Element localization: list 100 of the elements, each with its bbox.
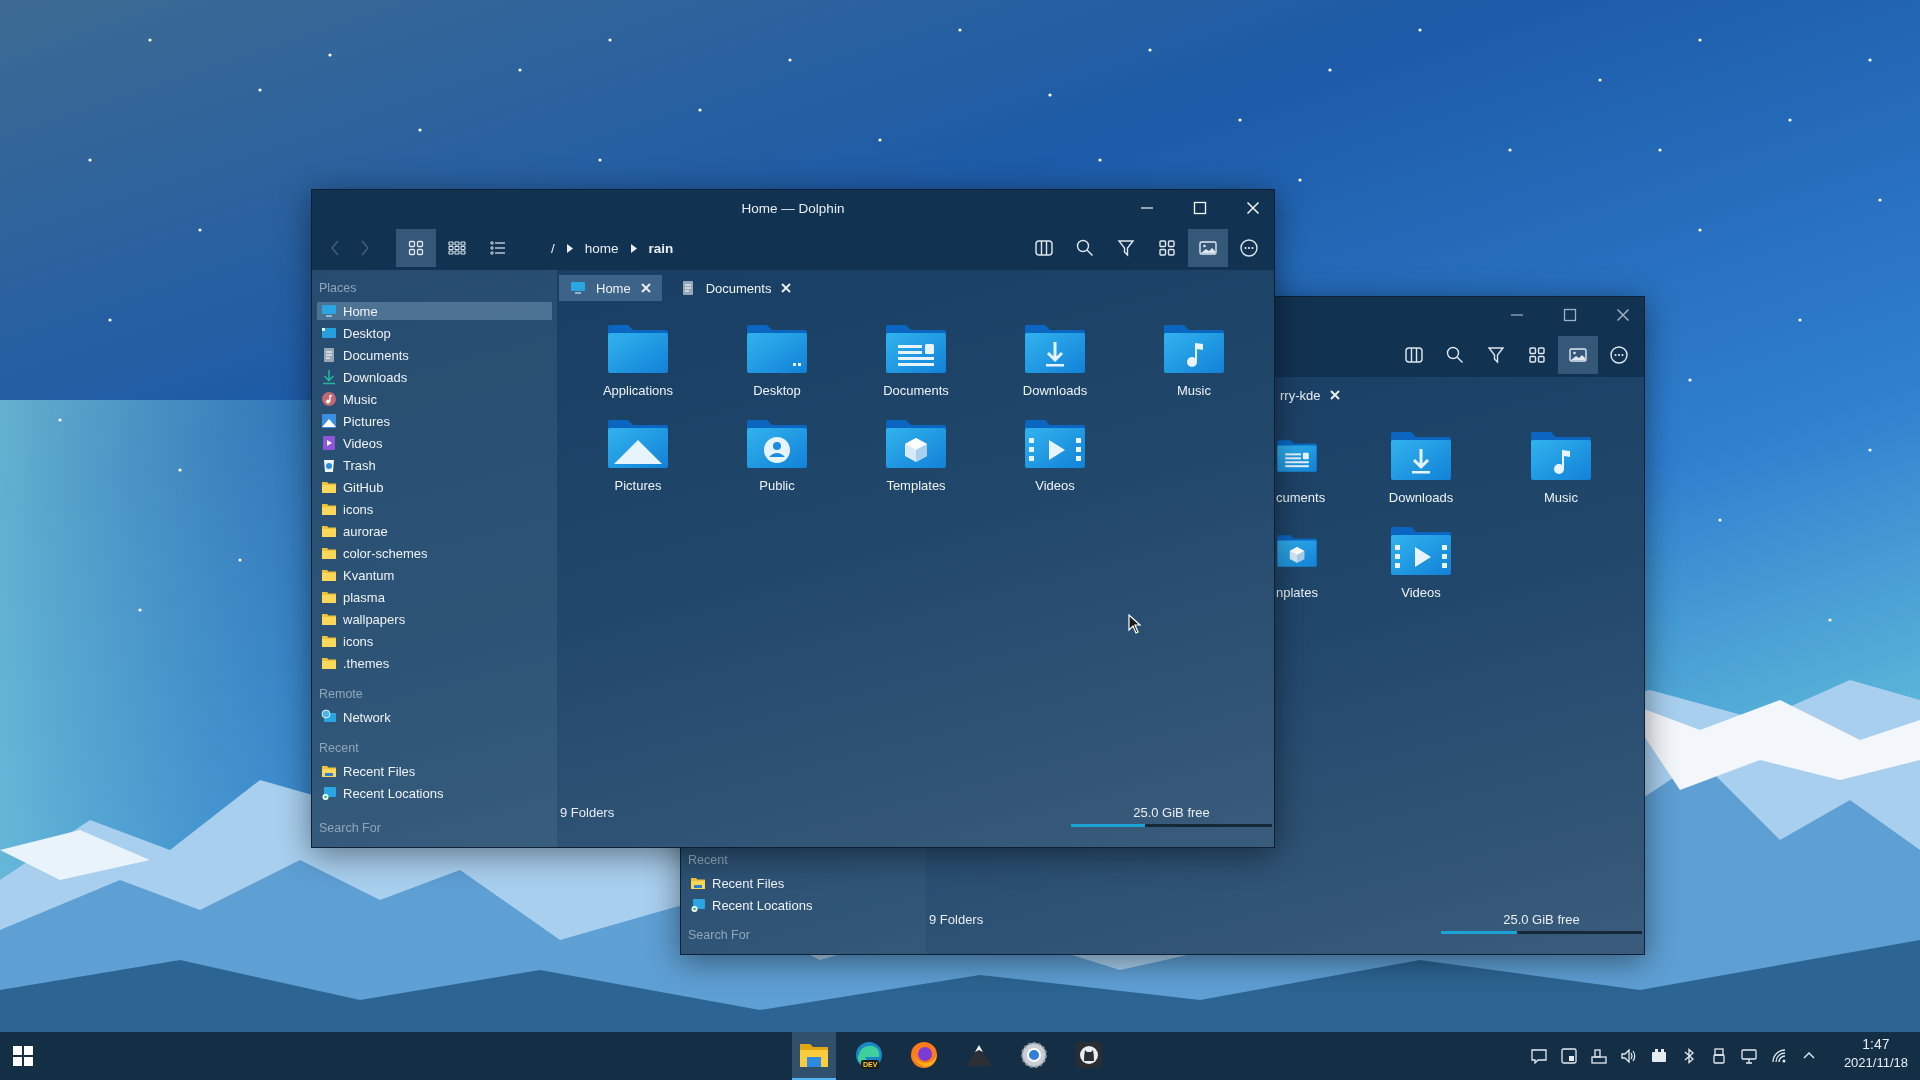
folder-item[interactable]: Downloads bbox=[998, 323, 1112, 398]
caret-icon bbox=[566, 243, 573, 253]
browser-icon bbox=[910, 1041, 938, 1069]
maximize-icon[interactable] bbox=[1563, 308, 1577, 322]
section-heading: Remote bbox=[318, 686, 364, 703]
usb-icon[interactable] bbox=[1710, 1047, 1728, 1065]
folder-icon bbox=[745, 418, 809, 470]
folder-icon bbox=[1389, 525, 1453, 577]
clock-date[interactable]: 2021/11/18 bbox=[1843, 1055, 1908, 1070]
sidebar-item[interactable]: Desktop bbox=[317, 324, 552, 342]
cursor-icon bbox=[1128, 614, 1142, 634]
sidebar-item[interactable]: Recent Files bbox=[317, 762, 552, 780]
battery-icon[interactable] bbox=[1650, 1047, 1668, 1065]
sidebar-item[interactable]: Kvantum bbox=[317, 566, 552, 584]
image-icon bbox=[1568, 345, 1588, 365]
download-icon bbox=[321, 369, 337, 385]
breadcrumb-item[interactable]: / bbox=[549, 240, 557, 256]
sidebar-item[interactable]: color-schemes bbox=[317, 544, 552, 562]
folder-icon bbox=[1023, 323, 1087, 375]
sidebar-item[interactable]: Pictures bbox=[317, 412, 552, 430]
folder-item[interactable]: Public bbox=[720, 418, 834, 493]
section-heading: Search For bbox=[318, 820, 382, 835]
folder-item[interactable]: nplates bbox=[1276, 525, 1338, 600]
sidebar-item[interactable]: Home bbox=[317, 302, 552, 320]
close-icon[interactable] bbox=[1616, 308, 1630, 322]
folder-item[interactable]: Applications bbox=[581, 323, 695, 398]
network-icon bbox=[321, 709, 337, 725]
sidebar-item[interactable]: Documents bbox=[317, 346, 552, 364]
folder-item[interactable]: Music bbox=[1504, 430, 1618, 505]
breadcrumb-item[interactable]: rain bbox=[646, 240, 676, 256]
folder-icon bbox=[1529, 430, 1593, 482]
filter-icon bbox=[1116, 238, 1136, 258]
folder-icon bbox=[884, 323, 948, 375]
toolbar-button[interactable] bbox=[1188, 229, 1228, 267]
wifi-icon[interactable] bbox=[1770, 1047, 1788, 1065]
folder-item[interactable]: cuments bbox=[1276, 430, 1338, 505]
picture-icon bbox=[321, 413, 337, 429]
sidebar-item[interactable]: Videos bbox=[317, 434, 552, 452]
folder-item[interactable]: Pictures bbox=[581, 418, 695, 493]
sidebar-item[interactable]: Network bbox=[317, 708, 552, 726]
monitor-icon bbox=[690, 897, 706, 913]
sidebar-item[interactable]: icons bbox=[317, 500, 552, 518]
monitor-icon bbox=[570, 280, 586, 296]
music-icon bbox=[321, 391, 337, 407]
sidebar-item[interactable]: plasma bbox=[317, 588, 552, 606]
document-icon bbox=[321, 347, 337, 363]
toolbar-button[interactable] bbox=[1558, 336, 1598, 374]
grid-icon bbox=[1527, 345, 1547, 365]
folder-item[interactable]: Videos bbox=[998, 418, 1112, 493]
sidebar-item[interactable]: icons bbox=[317, 632, 552, 650]
device-icon[interactable] bbox=[1590, 1047, 1608, 1065]
video-icon bbox=[321, 435, 337, 451]
folder-icon bbox=[321, 545, 337, 561]
split-view-icon bbox=[1404, 345, 1424, 365]
folder-item[interactable]: Videos bbox=[1364, 525, 1478, 600]
view-mode-button[interactable] bbox=[396, 229, 436, 267]
volume-icon[interactable] bbox=[1620, 1047, 1638, 1065]
folder-item[interactable]: Music bbox=[1137, 323, 1251, 398]
sidebar-item[interactable]: Trash bbox=[317, 456, 552, 474]
grid-icon bbox=[1157, 238, 1177, 258]
sidebar-item[interactable]: Recent Locations bbox=[686, 896, 921, 914]
folder-item[interactable]: Templates bbox=[859, 418, 973, 493]
monitor-icon bbox=[321, 325, 337, 341]
tab[interactable]: Home bbox=[559, 275, 662, 301]
filter-icon bbox=[1486, 345, 1506, 365]
search-icon bbox=[1075, 238, 1095, 258]
folder-icon bbox=[321, 763, 337, 779]
tab[interactable]: rry-kde bbox=[1276, 382, 1345, 408]
windows-grid-icon bbox=[13, 1046, 33, 1066]
folder-item[interactable]: Documents bbox=[859, 323, 973, 398]
compact-view-icon bbox=[448, 241, 466, 255]
tab[interactable]: Documents bbox=[668, 275, 803, 301]
display-icon[interactable] bbox=[1740, 1047, 1758, 1065]
clock-time[interactable]: 1:47 bbox=[1862, 1036, 1890, 1052]
sidebar-item[interactable]: aurorae bbox=[317, 522, 552, 540]
trash-icon bbox=[321, 457, 337, 473]
folder-icon bbox=[321, 633, 337, 649]
chat-icon[interactable] bbox=[1530, 1047, 1548, 1065]
folder-item[interactable]: Downloads bbox=[1364, 430, 1478, 505]
image-icon bbox=[1198, 238, 1218, 258]
folder-item[interactable]: Desktop bbox=[720, 323, 834, 398]
folder-icon bbox=[321, 655, 337, 671]
sidebar-item[interactable]: Recent Files bbox=[686, 874, 921, 892]
more-icon bbox=[1239, 238, 1259, 258]
folder-icon bbox=[690, 875, 706, 891]
sidebar-item[interactable]: Downloads bbox=[317, 368, 552, 386]
sidebar-item[interactable]: GitHub bbox=[317, 478, 552, 496]
sidebar-item[interactable]: .themes bbox=[317, 654, 552, 672]
folder-icon bbox=[321, 611, 337, 627]
sidebar-item[interactable]: Music bbox=[317, 390, 552, 408]
breadcrumb-item[interactable]: home bbox=[582, 240, 621, 256]
sidebar-item[interactable]: Recent Locations bbox=[317, 784, 552, 802]
sidebar-item[interactable]: wallpapers bbox=[317, 610, 552, 628]
folder-icon bbox=[606, 418, 670, 470]
taskbar-app-button[interactable] bbox=[792, 1032, 836, 1080]
list-view-icon bbox=[490, 241, 506, 255]
section-heading: Search For bbox=[687, 927, 751, 942]
folder-icon bbox=[321, 501, 337, 517]
folder-icon bbox=[1023, 418, 1087, 470]
window-icon[interactable] bbox=[1560, 1047, 1578, 1065]
